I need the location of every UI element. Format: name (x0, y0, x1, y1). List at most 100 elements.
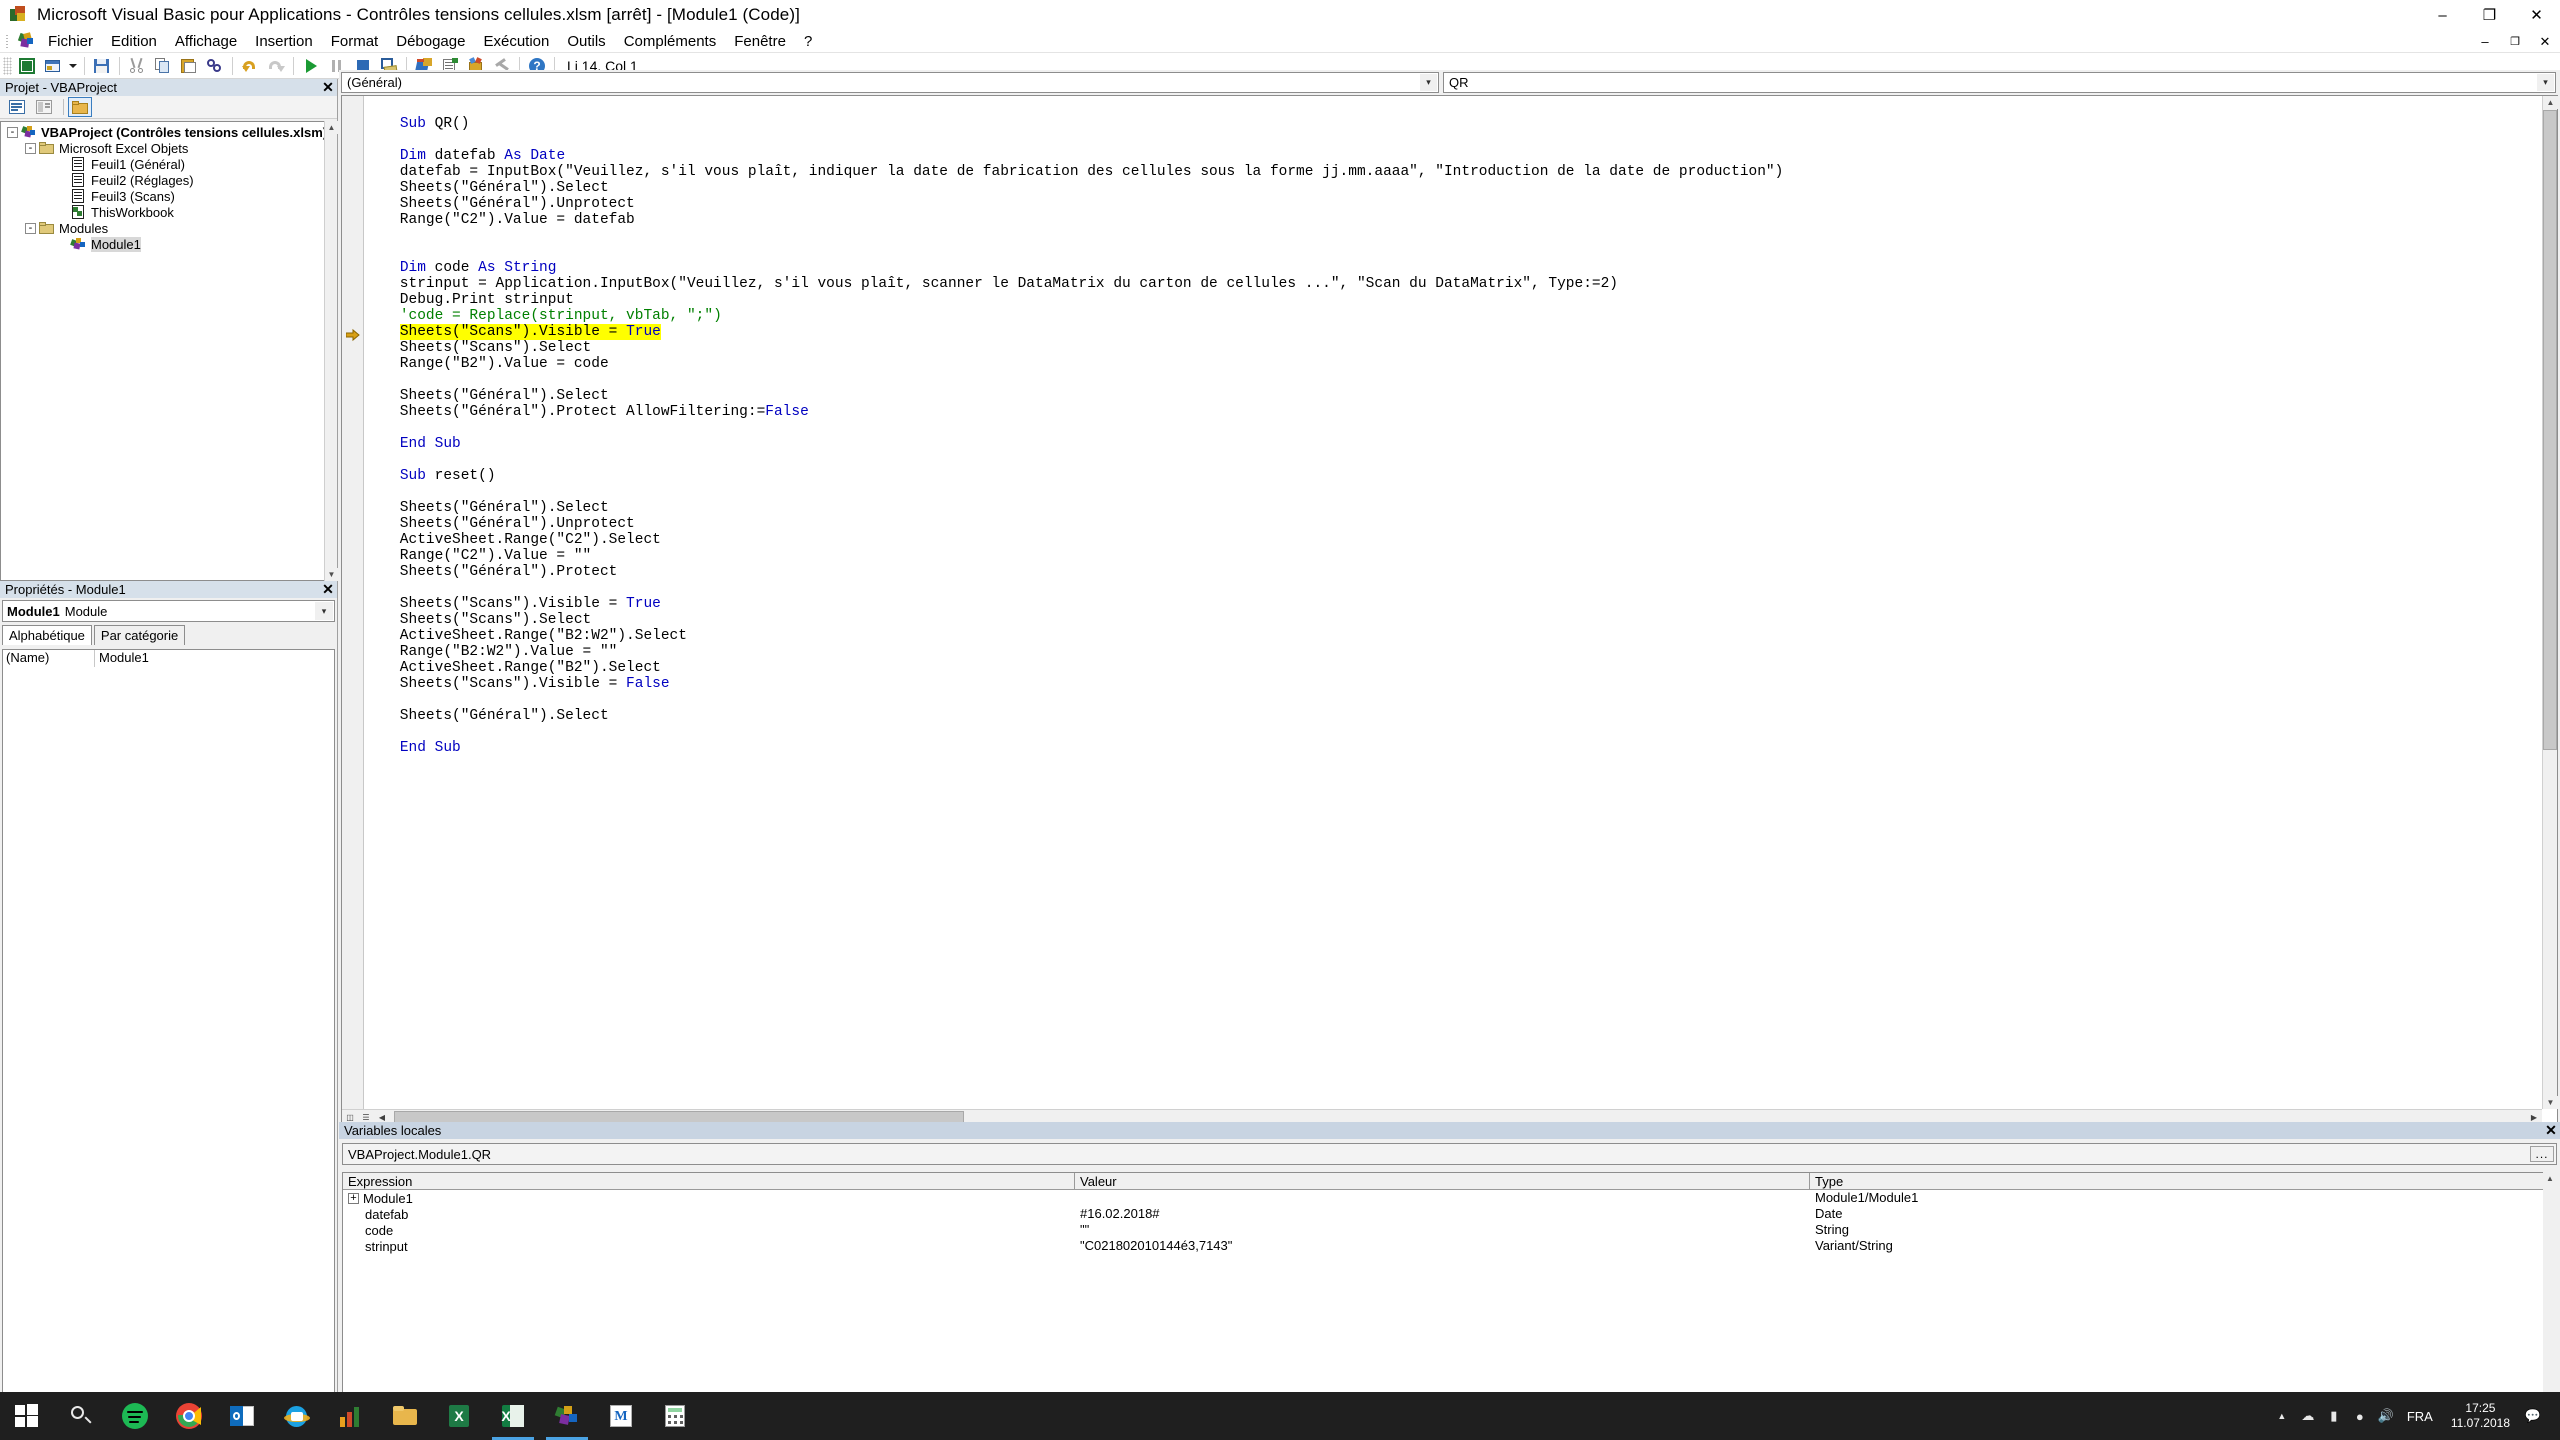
code-line[interactable] (365, 580, 2541, 596)
code-line[interactable]: Range("C2").Value = "" (365, 548, 2541, 564)
scroll-up-icon[interactable]: ▲ (2543, 1172, 2557, 1185)
code-line[interactable] (365, 372, 2541, 388)
code-line[interactable] (365, 228, 2541, 244)
toolbar-grip-handle[interactable] (3, 56, 12, 75)
code-line[interactable]: Sheets("Général").Protect (365, 564, 2541, 580)
locals-scrollbar[interactable]: ▲ ▼ (2543, 1172, 2557, 1409)
tree-node-modules[interactable]: - Modules (1, 220, 324, 236)
menu-fichier[interactable]: Fichier (39, 31, 102, 52)
code-line[interactable]: Dim code As String (365, 260, 2541, 276)
tab-par-categorie[interactable]: Par catégorie (93, 625, 186, 645)
menu-affichage[interactable]: Affichage (166, 31, 246, 52)
code-line[interactable]: ActiveSheet.Range("B2").Select (365, 660, 2541, 676)
volume-icon[interactable]: 🔊 (2373, 1392, 2399, 1440)
code-vertical-scrollbar[interactable]: ▲ ▼ (2542, 96, 2558, 1109)
locals-row[interactable]: datefab #16.02.2018# Date (343, 1206, 2556, 1222)
code-line[interactable]: ActiveSheet.Range("B2:W2").Select (365, 628, 2541, 644)
scroll-down-icon[interactable]: ▼ (325, 568, 338, 581)
vba-button[interactable] (540, 1392, 594, 1440)
tab-alphabetique[interactable]: Alphabétique (2, 625, 92, 645)
mdi-restore-button[interactable]: ❐ (2500, 30, 2530, 53)
locals-window-close-icon[interactable]: ✕ (2544, 1123, 2558, 1137)
code-editor[interactable]: Sub QR() Dim datefab As Date datefab = I… (341, 95, 2558, 1126)
scroll-down-icon[interactable]: ▼ (2543, 1096, 2558, 1109)
code-line[interactable]: ActiveSheet.Range("C2").Select (365, 532, 2541, 548)
code-line[interactable] (365, 132, 2541, 148)
properties-object-combo[interactable]: Module1 Module ▾ (2, 600, 335, 622)
locals-expression-cell[interactable]: strinput (343, 1238, 1075, 1254)
tree-expander[interactable]: - (7, 126, 18, 138)
code-line[interactable] (365, 452, 2541, 468)
redo-button[interactable] (263, 54, 289, 78)
mdi-minimize-button[interactable]: – (2470, 30, 2500, 53)
property-value[interactable]: Module1 (95, 650, 149, 667)
project-tree[interactable]: - VBAProject (Contrôles tensions cellule… (0, 121, 324, 581)
menu-complements[interactable]: Compléments (615, 31, 726, 52)
matlab-button[interactable]: M (594, 1392, 648, 1440)
tree-expander[interactable]: - (25, 142, 36, 154)
properties-grid[interactable]: (Name) Module1 (2, 649, 335, 1399)
code-line[interactable]: Sheets("Général").Select (365, 708, 2541, 724)
spotify-button[interactable] (108, 1392, 162, 1440)
code-line[interactable]: Sheets("Général").Select (365, 388, 2541, 404)
code-line[interactable]: Sheets("Général").Unprotect (365, 516, 2541, 532)
locals-value-cell[interactable]: "C021802010144é3,7143" (1075, 1238, 1810, 1254)
scroll-up-icon[interactable]: ▲ (2543, 96, 2558, 109)
code-line[interactable]: Sheets("Scans").Select (365, 340, 2541, 356)
chrome-button[interactable] (162, 1392, 216, 1440)
column-header-valeur[interactable]: Valeur (1075, 1173, 1810, 1189)
code-line[interactable]: Sheets("Scans").Visible = False (365, 676, 2541, 692)
code-line[interactable] (365, 724, 2541, 740)
column-header-type[interactable]: Type (1810, 1173, 2556, 1189)
minimize-button[interactable]: – (2419, 0, 2466, 30)
code-line[interactable]: End Sub (365, 436, 2541, 452)
chevron-down-icon[interactable]: ▾ (2537, 74, 2554, 91)
menu-aide[interactable]: ? (795, 31, 821, 52)
menu-insertion[interactable]: Insertion (246, 31, 322, 52)
search-button[interactable] (54, 1392, 108, 1440)
code-line[interactable]: End Sub (365, 740, 2541, 756)
locals-expander[interactable]: + (348, 1192, 359, 1204)
code-line[interactable]: Sheets("Scans").Visible = True (365, 596, 2541, 612)
find-button[interactable] (202, 54, 228, 78)
code-line[interactable] (365, 100, 2541, 116)
locals-grid[interactable]: Expression Valeur Type + Module1 Module1… (342, 1172, 2557, 1409)
insert-dropdown-button[interactable] (66, 54, 80, 78)
code-line[interactable]: Debug.Print strinput (365, 292, 2541, 308)
copy-button[interactable] (150, 54, 176, 78)
cut-button[interactable] (124, 54, 150, 78)
calc-button[interactable] (648, 1392, 702, 1440)
clock[interactable]: 17:25 11.07.2018 (2441, 1401, 2520, 1431)
menu-fenetre[interactable]: Fenêtre (725, 31, 795, 52)
tree-node-excel-objects[interactable]: - Microsoft Excel Objets (1, 140, 324, 156)
code-line[interactable]: 'code = Replace(strinput, vbTab, ";") (365, 308, 2541, 324)
code-line[interactable]: strinput = Application.InputBox("Veuille… (365, 276, 2541, 292)
chevron-down-icon[interactable]: ▾ (315, 602, 333, 620)
vscroll-thumb[interactable] (2543, 110, 2557, 750)
project-panel-close-icon[interactable]: ✕ (321, 80, 335, 94)
insert-userform-button[interactable] (40, 54, 66, 78)
ie-button[interactable] (270, 1392, 324, 1440)
code-line[interactable]: Range("B2").Value = code (365, 356, 2541, 372)
run-button[interactable] (298, 54, 324, 78)
locals-value-cell[interactable] (1075, 1190, 1810, 1206)
scroll-up-icon[interactable]: ▲ (325, 121, 338, 134)
close-button[interactable]: ✕ (2513, 0, 2560, 30)
maximize-button[interactable]: ❐ (2466, 0, 2513, 30)
battery-icon[interactable]: ▮ (2321, 1392, 2347, 1440)
code-line[interactable]: Sheets("Scans").Select (365, 612, 2541, 628)
explorer-button[interactable] (378, 1392, 432, 1440)
code-lines[interactable]: Sub QR() Dim datefab As Date datefab = I… (365, 100, 2541, 1107)
locals-expression-cell[interactable]: code (343, 1222, 1075, 1238)
menu-grip-handle[interactable] (3, 33, 13, 49)
properties-panel-close-icon[interactable]: ✕ (321, 582, 335, 596)
view-code-button[interactable] (5, 97, 29, 117)
call-stack-button[interactable]: ... (2530, 1146, 2554, 1162)
toggle-folders-button[interactable] (68, 97, 92, 117)
code-line[interactable]: Sheets("Général").Select (365, 500, 2541, 516)
undo-button[interactable] (237, 54, 263, 78)
locals-expression-cell[interactable]: + Module1 (343, 1190, 1075, 1206)
code-line[interactable] (365, 420, 2541, 436)
tree-node-module1[interactable]: Module1 (1, 236, 324, 252)
menu-debogage[interactable]: Débogage (387, 31, 474, 52)
